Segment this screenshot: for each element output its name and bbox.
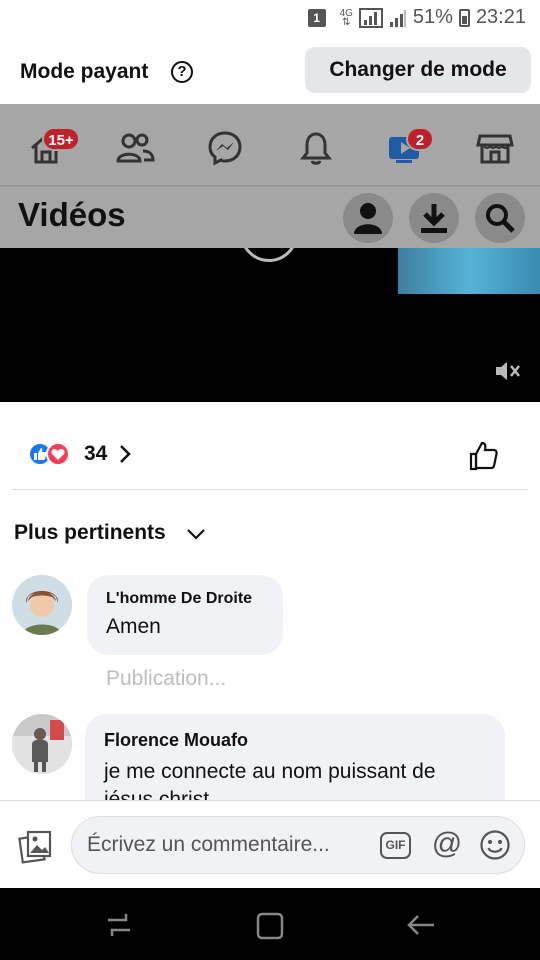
page-title: Vidéos [18, 196, 126, 233]
fb-tab-bar [0, 116, 540, 184]
profile-icon [354, 203, 382, 234]
mode-label: Mode payant [20, 60, 149, 83]
love-reaction-icon [46, 442, 70, 466]
comment-text: Amen [106, 615, 161, 638]
mention-button[interactable]: @ [431, 829, 463, 861]
store-icon[interactable] [475, 128, 515, 168]
chevron-down-icon[interactable] [186, 528, 206, 540]
comment-sort-dropdown[interactable]: Plus pertinents [14, 521, 166, 545]
like-icon[interactable] [468, 440, 500, 472]
back-icon[interactable] [406, 913, 436, 937]
photo-icon[interactable] [18, 828, 54, 864]
mute-icon[interactable] [494, 360, 522, 382]
download-button[interactable] [409, 193, 459, 243]
question-circle-icon[interactable]: ? [171, 61, 193, 83]
divider [0, 185, 540, 187]
reaction-count: 34 [84, 442, 108, 465]
search-button[interactable] [475, 193, 525, 243]
battery-icon [458, 8, 470, 27]
battery-percent: 51% [412, 6, 453, 28]
messenger-icon[interactable] [205, 128, 245, 168]
gif-button[interactable]: GIF [380, 832, 411, 859]
divider [12, 489, 528, 490]
signal-icon [389, 9, 406, 27]
emoji-icon[interactable] [479, 829, 511, 861]
home-nav-icon[interactable] [256, 912, 284, 940]
search-icon [486, 204, 515, 233]
home-badge: 15+ [42, 127, 80, 151]
change-mode-button[interactable]: Changer de mode [305, 47, 531, 93]
sim-icon: 1 [307, 8, 326, 27]
reactions-summary[interactable]: 34 [28, 442, 132, 466]
video-player[interactable] [0, 248, 540, 402]
bell-icon[interactable] [296, 128, 336, 168]
comment-author[interactable]: L'homme De Droite [106, 590, 252, 608]
recent-apps-icon[interactable] [104, 912, 134, 938]
status-bar: 1 4G ⇅ 51% 23:21 [0, 0, 540, 38]
clock: 23:21 [475, 6, 526, 28]
network-icon: 4G ⇅ [339, 7, 353, 28]
android-nav-bar [0, 888, 540, 960]
play-ring-icon [240, 248, 298, 262]
comment-status: Publication... [106, 667, 227, 690]
video-frame [398, 248, 540, 294]
comment-placeholder[interactable]: Écrivez un commentaire... [87, 833, 330, 857]
signal-icon [358, 7, 383, 28]
avatar[interactable] [12, 714, 72, 774]
avatar[interactable] [12, 575, 72, 635]
profile-button[interactable] [343, 193, 393, 243]
comment-author[interactable]: Florence Mouafo [104, 730, 248, 751]
chevron-right-icon [120, 445, 132, 463]
friends-icon[interactable] [115, 128, 155, 168]
download-icon [421, 204, 447, 233]
comment-text: je me connecte au nom puissant de [104, 760, 436, 783]
watch-badge: 2 [406, 127, 434, 151]
